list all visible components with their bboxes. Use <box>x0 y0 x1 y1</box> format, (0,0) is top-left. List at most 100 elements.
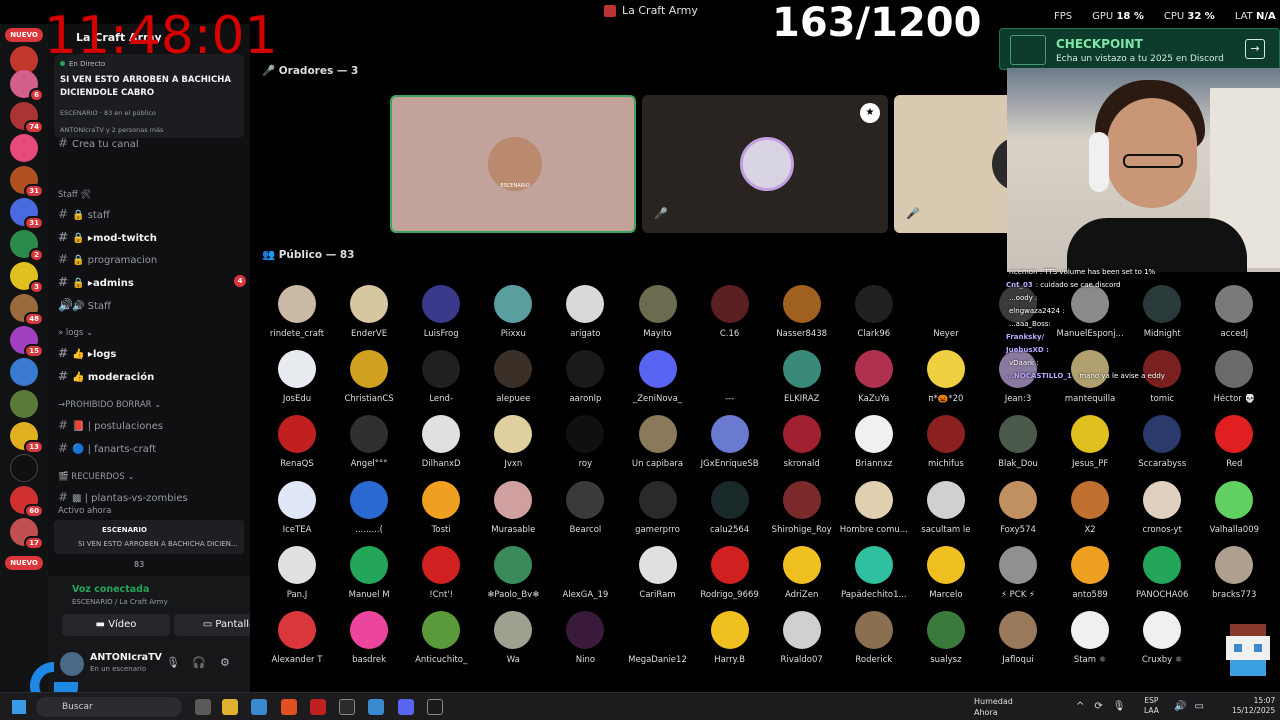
audience-member[interactable]: Valhalla009 <box>1198 480 1270 541</box>
windows-start-icon[interactable] <box>12 700 26 714</box>
audience-member[interactable]: calu2564 <box>694 480 766 541</box>
audience-member[interactable]: roy <box>549 415 621 475</box>
file-explorer-icon[interactable] <box>222 699 238 715</box>
server-icon[interactable]: 31 <box>10 166 44 198</box>
server-icon[interactable]: 15 <box>10 326 44 358</box>
volume-icon[interactable]: 🔊 <box>1174 701 1186 712</box>
audience-member[interactable]: X2 <box>1054 480 1126 541</box>
audience-member[interactable]: Sccarabyss <box>1126 415 1198 475</box>
video-button[interactable]: ▬ Vídeo <box>62 614 170 636</box>
system-tray[interactable]: ^ ⟳ 🎙 <box>1076 701 1125 712</box>
audience-member[interactable]: ELKIRAZ <box>766 350 838 410</box>
server-icon[interactable]: 6 <box>10 70 44 102</box>
server-icon[interactable]: 17 <box>10 518 44 550</box>
server-icon[interactable] <box>10 390 38 418</box>
audience-member[interactable]: rindete_craft <box>261 285 333 345</box>
audience-member[interactable]: Pan.J <box>261 545 333 606</box>
channel-item[interactable]: # 🔒 ▸mod-twitch <box>58 230 157 244</box>
obs-studio-icon[interactable] <box>339 699 355 715</box>
audience-member[interactable]: Tosti <box>405 480 477 541</box>
server-icon[interactable]: 2 <box>10 230 44 262</box>
speaker-tile[interactable]: ESCENARIO <box>390 95 636 233</box>
audience-member[interactable]: JosEdu <box>261 350 333 410</box>
channel-item[interactable]: # 🔒 staff <box>58 207 110 221</box>
status-icons[interactable]: 🔊 ▭ <box>1174 701 1204 712</box>
speaker-tile[interactable]: 🎤 ★ <box>642 95 888 233</box>
headphones-icon[interactable]: 🎧 <box>192 656 206 669</box>
audience-member[interactable]: Jvxn <box>477 415 549 475</box>
battery-icon[interactable]: ▭ <box>1194 701 1203 712</box>
audience-member[interactable]: ChristianCS <box>333 350 405 410</box>
server-icon[interactable] <box>10 358 38 386</box>
audience-member[interactable]: JGxEnriqueSB <box>694 415 766 475</box>
gear-icon[interactable]: ⚙ <box>220 656 230 669</box>
audience-member[interactable]: cronos-yt <box>1126 480 1198 541</box>
audience-member[interactable]: bracks773 <box>1198 545 1270 606</box>
server-icon[interactable]: 48 <box>10 294 44 326</box>
audience-member[interactable]: MegaDanie12 <box>622 611 694 671</box>
audience-member[interactable]: Jafloqui <box>982 611 1054 671</box>
channel-category[interactable]: 🎬 RECUERDOS ⌄ <box>58 472 134 482</box>
audience-member[interactable]: EnderVE <box>333 285 405 345</box>
audience-member[interactable]: Manuel M <box>333 545 405 606</box>
audience-member[interactable]: gamerprro <box>622 480 694 541</box>
channel-category[interactable]: » logs ⌄ <box>58 328 93 338</box>
audience-member[interactable]: ❄Paolo_Bv❄ <box>477 545 549 606</box>
audience-member[interactable]: Stam ⚛ <box>1054 611 1126 671</box>
capcut-icon[interactable] <box>427 699 443 715</box>
audience-member[interactable]: Angel°°° <box>333 415 405 475</box>
audience-member[interactable]: AlexGA_19 <box>549 545 621 606</box>
audience-member[interactable]: Nasser8438 <box>766 285 838 345</box>
channel-category[interactable]: →PROHIBIDO BORRAR ⌄ <box>58 400 161 410</box>
channel-item[interactable]: # 🔒 ▸admins 4 <box>58 275 246 289</box>
channel-category[interactable]: Staff 🛠 <box>58 190 91 200</box>
audience-member[interactable]: Wa <box>477 611 549 671</box>
weather-widget[interactable]: Humedad Ahora <box>974 696 1013 718</box>
audience-member[interactable]: sacultam le <box>910 480 982 541</box>
audience-member[interactable]: Bearcol <box>549 480 621 541</box>
audience-member[interactable]: IceTEA <box>261 480 333 541</box>
audience-member[interactable]: Neyer <box>910 285 982 345</box>
audience-member[interactable]: Marcelo <box>910 545 982 606</box>
audience-member[interactable]: anto589 <box>1054 545 1126 606</box>
audience-member[interactable]: Rivaldo07 <box>766 611 838 671</box>
audience-member[interactable]: Mayito <box>622 285 694 345</box>
audience-member[interactable]: Anticuchito_ <box>405 611 477 671</box>
notepad-icon[interactable] <box>368 699 384 715</box>
audience-member[interactable]: Hombre comu... <box>838 480 910 541</box>
checkpoint-banner[interactable]: CHECKPOINT Echa un vistazo a tu 2025 en … <box>999 28 1280 70</box>
audience-member[interactable]: Héctor 💀 <box>1198 350 1270 410</box>
audience-member[interactable]: Alexander T <box>261 611 333 671</box>
audience-member[interactable]: RenaQS <box>261 415 333 475</box>
mic-icon[interactable]: 🎙 <box>166 656 180 669</box>
chevron-up-icon[interactable]: ^ <box>1076 701 1084 712</box>
audience-member[interactable]: arigato <box>549 285 621 345</box>
audience-member[interactable]: basdrek <box>333 611 405 671</box>
sync-icon[interactable]: ⟳ <box>1094 701 1102 712</box>
create-channel-link[interactable]: # Crea tu canal <box>58 136 139 150</box>
server-icon[interactable]: 3 <box>10 262 44 294</box>
audience-member[interactable]: LuisFrog <box>405 285 477 345</box>
audience-member[interactable]: Clark96 <box>838 285 910 345</box>
audience-member[interactable]: !Cnt'! <box>405 545 477 606</box>
audience-member[interactable]: Briannxz <box>838 415 910 475</box>
microphone-tray-icon[interactable]: 🎙 <box>1113 701 1126 712</box>
channel-item[interactable]: 🔊🔊 Staff <box>58 298 111 312</box>
audience-member[interactable]: Papádechito1... <box>838 545 910 606</box>
store-icon[interactable] <box>251 699 267 715</box>
audience-member[interactable]: Roderick <box>838 611 910 671</box>
audience-member[interactable]: Cruxby ⚛ <box>1126 611 1198 671</box>
audience-member[interactable]: .........( <box>333 480 405 541</box>
audience-member[interactable]: alepuee <box>477 350 549 410</box>
audience-member[interactable]: C.16 <box>694 285 766 345</box>
audience-member[interactable]: Piixxu <box>477 285 549 345</box>
channel-item[interactable]: # 📕 | postulaciones <box>58 418 163 432</box>
audience-member[interactable]: Harry.B <box>694 611 766 671</box>
channel-item[interactable]: # 👍 ▸logs <box>58 346 116 360</box>
server-icon[interactable]: 13 <box>10 422 44 454</box>
server-icon[interactable] <box>10 454 38 482</box>
channel-item[interactable]: # 👍 moderación <box>58 369 154 383</box>
live-stage-card[interactable]: En Directo SI VEN ESTO ARROBEN A BACHICH… <box>54 54 244 138</box>
discord-icon[interactable] <box>398 699 414 715</box>
active-now-card[interactable]: ESCENARIO SI VEN ESTO ARROBEN A BACHICHA… <box>54 520 244 554</box>
